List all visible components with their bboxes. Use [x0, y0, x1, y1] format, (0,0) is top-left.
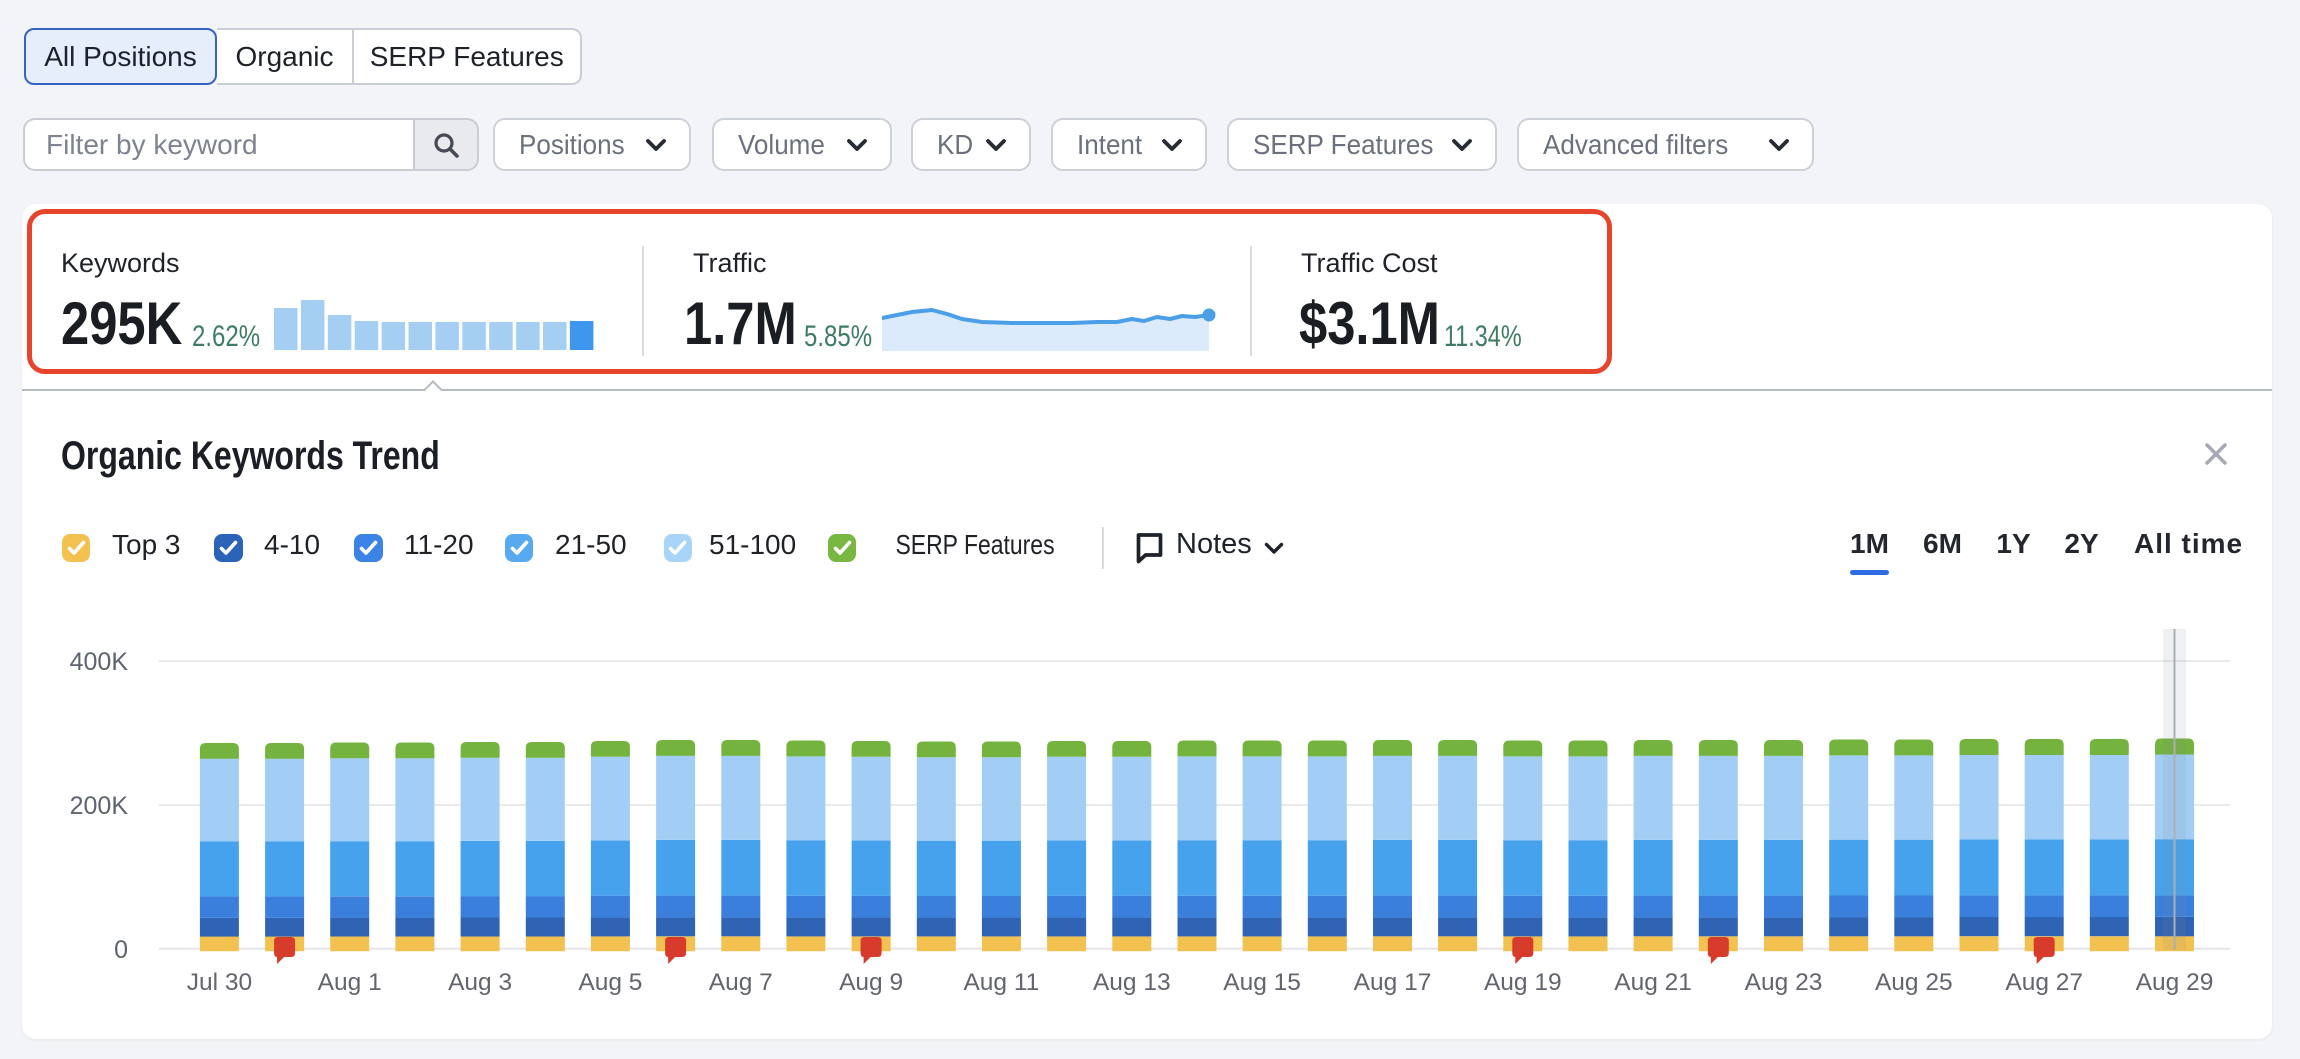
svg-text:Aug 29: Aug 29 [2136, 969, 2214, 996]
svg-text:Aug 23: Aug 23 [1745, 969, 1823, 996]
svg-text:Aug 13: Aug 13 [1093, 969, 1171, 996]
svg-text:Aug 27: Aug 27 [2005, 969, 2083, 996]
svg-text:Aug 5: Aug 5 [578, 969, 642, 996]
svg-text:Aug 21: Aug 21 [1614, 969, 1692, 996]
svg-text:400K: 400K [70, 648, 129, 676]
svg-text:Aug 19: Aug 19 [1484, 969, 1562, 996]
svg-text:Aug 1: Aug 1 [318, 969, 382, 996]
svg-text:Jul 30: Jul 30 [187, 969, 252, 996]
svg-text:Aug 7: Aug 7 [709, 969, 773, 996]
svg-text:200K: 200K [70, 792, 129, 820]
svg-text:Aug 11: Aug 11 [963, 969, 1039, 996]
svg-text:Aug 25: Aug 25 [1875, 969, 1953, 996]
svg-text:Aug 17: Aug 17 [1354, 969, 1432, 996]
svg-text:0: 0 [114, 936, 128, 964]
svg-text:Aug 9: Aug 9 [839, 969, 903, 996]
svg-text:Aug 15: Aug 15 [1223, 969, 1301, 996]
svg-text:Aug 3: Aug 3 [448, 969, 512, 996]
